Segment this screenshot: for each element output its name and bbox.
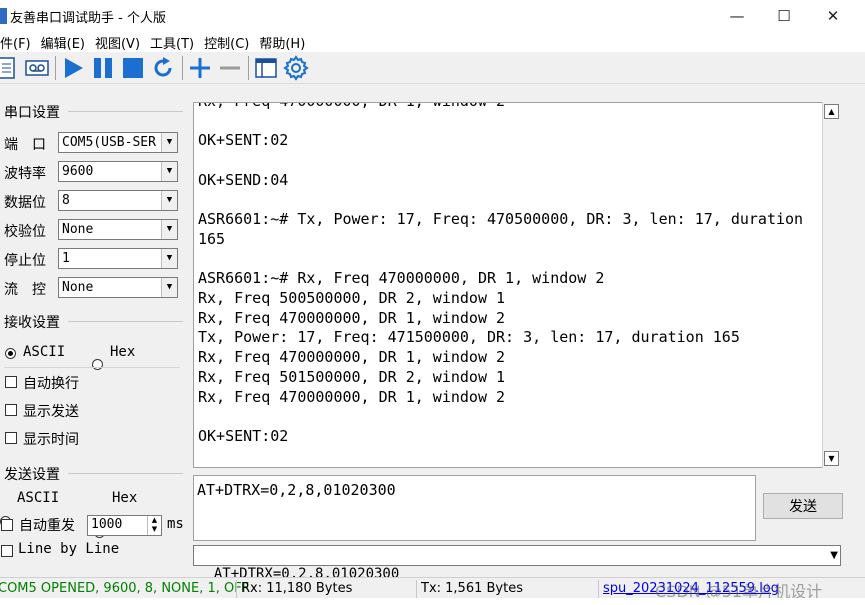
stopbits-label: 停止位 bbox=[4, 253, 46, 269]
chevron-down-icon: ▼ bbox=[161, 162, 177, 181]
pause-icon[interactable] bbox=[90, 55, 116, 81]
maximize-button[interactable]: ☐ bbox=[760, 0, 808, 32]
receive-hex-radio[interactable] bbox=[92, 359, 103, 370]
show-time-checkbox[interactable] bbox=[5, 432, 17, 444]
stopbits-select[interactable]: 1 ▼ bbox=[58, 248, 178, 269]
receive-hex-label: Hex bbox=[110, 344, 136, 360]
baud-label: 波特率 bbox=[4, 166, 46, 182]
repeat-interval-stepper[interactable]: 1000 ▲ ▼ bbox=[87, 515, 162, 536]
window-title: 友善串口调试助手 - 个人版 bbox=[10, 11, 166, 26]
flow-select[interactable]: None ▼ bbox=[58, 277, 178, 298]
port-status: COM5 OPENED, 9600, 8, NONE, 1, OFF bbox=[0, 581, 250, 596]
menu-bar: 件(F) 编辑(E) 视图(V) 工具(T) 控制(C) 帮助(H) bbox=[0, 32, 865, 52]
databits-label: 数据位 bbox=[4, 195, 46, 211]
serial-settings-title: 串口设置 bbox=[4, 105, 60, 121]
chevron-down-icon: ▼ bbox=[161, 191, 177, 210]
parity-select[interactable]: None ▼ bbox=[58, 219, 178, 240]
auto-repeat-checkbox[interactable] bbox=[1, 519, 13, 531]
scroll-up-icon[interactable]: ▲ bbox=[824, 104, 839, 119]
window-icon[interactable] bbox=[253, 55, 279, 81]
plus-icon[interactable] bbox=[187, 55, 213, 81]
chevron-down-icon: ▼ bbox=[161, 220, 177, 239]
repeat-unit-label: ms bbox=[167, 516, 184, 532]
receive-scrollbar[interactable]: ▲ ▼ bbox=[822, 102, 841, 468]
line-by-line-label: Line by Line bbox=[18, 541, 120, 557]
menu-file[interactable]: 件(F) bbox=[0, 33, 35, 52]
send-textarea[interactable]: AT+DTRX=0,2,8,01020300 bbox=[193, 475, 756, 541]
play-icon[interactable] bbox=[60, 55, 86, 81]
minus-icon[interactable] bbox=[217, 55, 243, 81]
record-icon[interactable] bbox=[24, 55, 50, 81]
send-ascii-label: ASCII bbox=[17, 490, 60, 506]
receive-text: Rx, Freq 470000000, DR 1, window 2 OK+SE… bbox=[198, 103, 804, 445]
menu-control[interactable]: 控制(C) bbox=[204, 33, 253, 52]
toolbar bbox=[0, 52, 865, 84]
chevron-down-icon: ▼ bbox=[830, 550, 838, 561]
menu-help[interactable]: 帮助(H) bbox=[259, 33, 309, 52]
send-hex-label: Hex bbox=[112, 490, 138, 506]
chevron-down-icon: ▼ bbox=[161, 249, 177, 268]
parity-label: 校验位 bbox=[4, 224, 46, 240]
gear-icon[interactable] bbox=[283, 55, 309, 81]
port-select[interactable]: COM5(USB-SER ▼ bbox=[58, 132, 178, 153]
document-icon[interactable] bbox=[0, 55, 20, 81]
show-send-checkbox[interactable] bbox=[5, 404, 17, 416]
auto-wrap-label: 自动换行 bbox=[23, 376, 79, 392]
send-history-select[interactable]: AT+DTRX=0,2,8,01020300 ▼ bbox=[193, 545, 841, 582]
stop-icon[interactable] bbox=[120, 55, 146, 81]
show-send-label: 显示发送 bbox=[23, 404, 79, 420]
chevron-down-icon: ▼ bbox=[161, 133, 177, 152]
rx-count: Rx: 11,180 Bytes bbox=[236, 580, 416, 598]
tx-count: Tx: 1,561 Bytes bbox=[416, 580, 596, 598]
receive-ascii-label: ASCII bbox=[23, 344, 66, 360]
menu-tools[interactable]: 工具(T) bbox=[150, 33, 198, 52]
auto-repeat-label: 自动重发 bbox=[19, 518, 75, 534]
status-bar: COM5 OPENED, 9600, 8, NONE, 1, OFF Rx: 1… bbox=[0, 577, 865, 601]
port-label: 端 口 bbox=[4, 137, 46, 153]
line-by-line-checkbox[interactable] bbox=[1, 545, 13, 557]
scroll-down-icon[interactable]: ▼ bbox=[824, 451, 839, 466]
refresh-icon[interactable] bbox=[150, 55, 176, 81]
menu-edit[interactable]: 编辑(E) bbox=[41, 33, 89, 52]
app-icon bbox=[0, 8, 7, 24]
receive-ascii-radio[interactable] bbox=[5, 348, 16, 359]
chevron-down-icon: ▼ bbox=[161, 278, 177, 297]
send-button[interactable]: 发送 bbox=[763, 493, 843, 519]
stepper-arrows-icon[interactable]: ▲ ▼ bbox=[147, 516, 161, 535]
title-bar: 友善串口调试助手 - 个人版 — ☐ ✕ bbox=[0, 0, 865, 32]
databits-select[interactable]: 8 ▼ bbox=[58, 190, 178, 211]
baud-select[interactable]: 9600 ▼ bbox=[58, 161, 178, 182]
auto-wrap-checkbox[interactable] bbox=[5, 376, 17, 388]
send-settings-title: 发送设置 bbox=[4, 467, 60, 483]
receive-settings-title: 接收设置 bbox=[4, 315, 60, 331]
flow-label: 流 控 bbox=[4, 282, 46, 298]
close-button[interactable]: ✕ bbox=[809, 0, 857, 32]
receive-textarea[interactable]: Rx, Freq 470000000, DR 1, window 2 OK+SE… bbox=[193, 102, 841, 468]
menu-view[interactable]: 视图(V) bbox=[95, 33, 144, 52]
show-time-label: 显示时间 bbox=[23, 432, 79, 448]
background-strip bbox=[0, 598, 865, 605]
minimize-button[interactable]: — bbox=[713, 0, 761, 32]
